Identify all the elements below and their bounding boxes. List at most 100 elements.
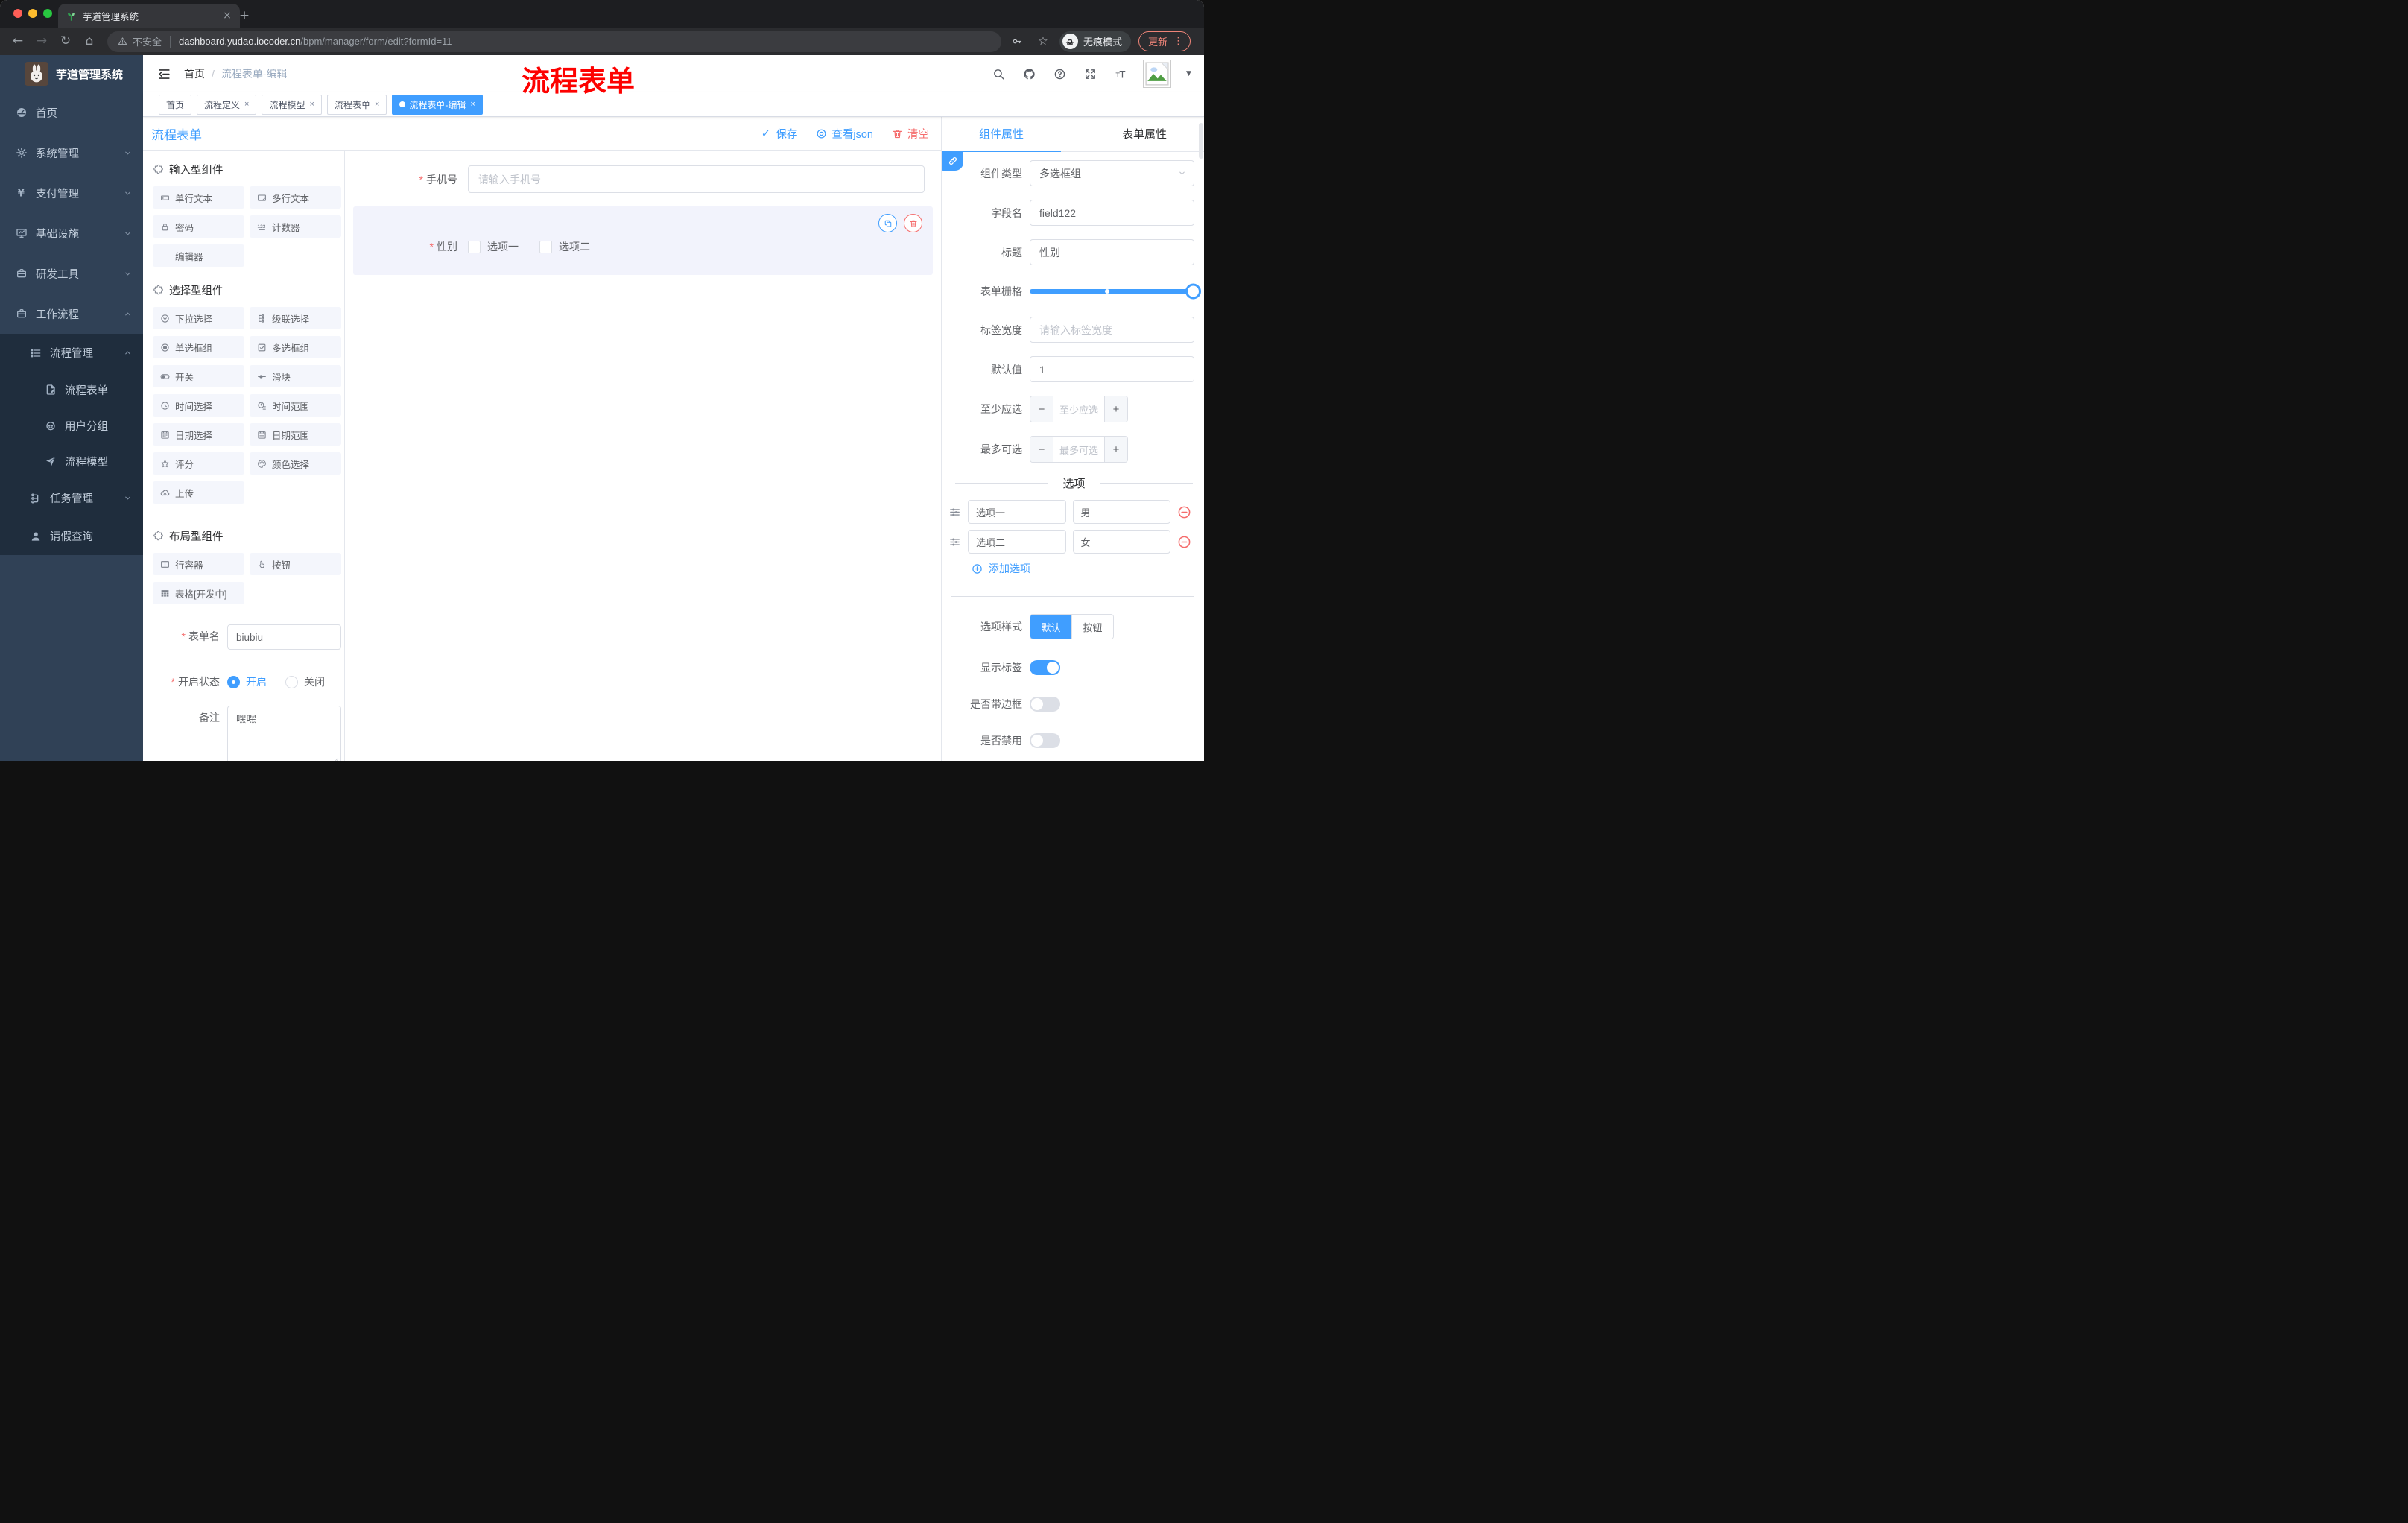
update-button[interactable]: 更新 ⋮ xyxy=(1138,31,1191,51)
checkbox-选项二[interactable]: 选项二 xyxy=(539,239,590,254)
remove-option-button[interactable] xyxy=(1177,535,1191,549)
tab-close-icon[interactable]: × xyxy=(222,10,232,21)
sidebar-item-基础设施[interactable]: 基础设施 xyxy=(0,213,143,253)
component-单行文本[interactable]: 单行文本 xyxy=(153,186,244,209)
checkbox-box-icon[interactable] xyxy=(468,240,481,253)
back-button[interactable]: ← xyxy=(7,31,28,52)
segment-default[interactable]: 默认 xyxy=(1030,615,1071,639)
component-开关[interactable]: 开关 xyxy=(153,365,244,387)
home-button[interactable]: ⌂ xyxy=(79,31,100,52)
remove-option-button[interactable] xyxy=(1177,505,1191,519)
component-计数器[interactable]: 123 计数器 xyxy=(250,215,341,238)
tag-close-icon[interactable]: × xyxy=(375,100,379,109)
close-window-button[interactable] xyxy=(13,9,22,18)
component-颜色选择[interactable]: 颜色选择 xyxy=(250,452,341,475)
sidebar-item-首页[interactable]: 首页 xyxy=(0,92,143,133)
component-表格[开发中][interactable]: 表格[开发中] xyxy=(153,582,244,604)
avatar[interactable] xyxy=(1143,60,1171,88)
clear-button[interactable]: 清空 xyxy=(892,126,929,142)
component-多选框组[interactable]: 多选框组 xyxy=(250,336,341,358)
component-type-select[interactable]: 多选框组 xyxy=(1030,160,1194,186)
option-label-input[interactable]: 选项一 xyxy=(968,500,1066,524)
tab-form-props[interactable]: 表单属性 xyxy=(1085,117,1204,151)
component-按钮[interactable]: 按钮 xyxy=(250,553,341,575)
component-多行文本[interactable]: 多行文本 xyxy=(250,186,341,209)
form-remark-textarea[interactable]: 嘿嘿 xyxy=(227,706,341,762)
component-时间选择[interactable]: 时间选择 xyxy=(153,394,244,417)
avatar-dropdown-caret[interactable]: ▼ xyxy=(1185,70,1192,77)
github-button[interactable] xyxy=(1021,66,1037,82)
option-value-input[interactable]: 男 xyxy=(1072,500,1170,524)
component-密码[interactable]: 密码 xyxy=(153,215,244,238)
default-value-input[interactable]: 1 xyxy=(1030,356,1194,382)
form-grid-slider[interactable] xyxy=(1030,279,1201,303)
component-编辑器[interactable]: 编辑器 xyxy=(153,244,244,267)
browser-menu-kebab-icon[interactable]: ⋮ xyxy=(1173,37,1183,46)
link-tab-button[interactable] xyxy=(942,151,963,171)
max-increase-button[interactable]: + xyxy=(1104,437,1127,462)
title-input[interactable]: 性别 xyxy=(1030,239,1194,265)
label-width-input[interactable]: 请输入标签宽度 xyxy=(1030,317,1194,343)
component-单选框组[interactable]: 单选框组 xyxy=(153,336,244,358)
component-滑块[interactable]: 滑块 xyxy=(250,365,341,387)
component-评分[interactable]: 评分 xyxy=(153,452,244,475)
tag-close-icon[interactable]: × xyxy=(309,100,314,109)
forward-button[interactable]: → xyxy=(31,31,52,52)
component-日期范围[interactable]: 日期范围 xyxy=(250,423,341,446)
component-下拉选择[interactable]: 下拉选择 xyxy=(153,307,244,329)
component-时间范围[interactable]: 时间范围 xyxy=(250,394,341,417)
component-上传[interactable]: 上传 xyxy=(153,481,244,504)
canvas-field-phone[interactable]: 手机号 请输入手机号 xyxy=(353,159,933,200)
toggle-switch-显示标签[interactable] xyxy=(1030,660,1060,675)
min-select-input[interactable]: 至少应选 xyxy=(1054,396,1104,422)
max-decrease-button[interactable]: − xyxy=(1030,437,1054,462)
checkbox-box-icon[interactable] xyxy=(539,240,552,253)
phone-field-input[interactable]: 请输入手机号 xyxy=(468,165,925,193)
component-日期选择[interactable]: 日期选择 xyxy=(153,423,244,446)
bookmark-star-button[interactable]: ☆ xyxy=(1034,33,1052,51)
sidebar-item-请假查询[interactable]: 请假查询 xyxy=(0,517,143,555)
toggle-switch-是否禁用[interactable] xyxy=(1030,733,1060,748)
sidebar-item-工作流程[interactable]: 工作流程 xyxy=(0,294,143,334)
minimize-window-button[interactable] xyxy=(28,9,37,18)
tag-首页[interactable]: 首页 xyxy=(159,94,192,115)
fullscreen-button[interactable] xyxy=(1082,66,1098,82)
sidebar-item-流程管理[interactable]: 流程管理 xyxy=(0,334,143,372)
radio-status-off[interactable]: 关闭 xyxy=(285,674,325,689)
checkbox-选项一[interactable]: 选项一 xyxy=(468,239,519,254)
sidebar-item-研发工具[interactable]: 研发工具 xyxy=(0,253,143,294)
option-value-input[interactable]: 女 xyxy=(1072,530,1170,554)
sidebar-item-支付管理[interactable]: ¥ 支付管理 xyxy=(0,173,143,213)
font-size-button[interactable]: TT xyxy=(1112,66,1129,82)
min-decrease-button[interactable]: − xyxy=(1030,396,1054,422)
breadcrumb-home[interactable]: 首页 xyxy=(184,66,205,81)
min-increase-button[interactable]: + xyxy=(1104,396,1127,422)
component-级联选择[interactable]: 级联选择 xyxy=(250,307,341,329)
tab-component-props[interactable]: 组件属性 xyxy=(942,117,1061,152)
tag-close-icon[interactable]: × xyxy=(470,100,475,109)
sidebar-item-系统管理[interactable]: 系统管理 xyxy=(0,133,143,173)
sidebar-item-用户分组[interactable]: 用户分组 xyxy=(0,408,143,443)
component-行容器[interactable]: 行容器 xyxy=(153,553,244,575)
radio-status-on[interactable]: 开启 xyxy=(227,674,267,689)
sidebar-item-任务管理[interactable]: 任务管理 xyxy=(0,479,143,517)
resize-handle-icon[interactable] xyxy=(332,754,339,762)
sidebar-collapse-button[interactable] xyxy=(155,65,173,83)
canvas-field-gender-selected[interactable]: 性别 选项一 选项二 xyxy=(353,206,933,275)
max-select-input[interactable]: 最多可选 xyxy=(1054,437,1104,462)
search-button[interactable] xyxy=(990,66,1007,82)
browser-tab[interactable]: 芋道管理系统 × xyxy=(58,4,240,28)
scrollbar-thumb[interactable] xyxy=(1199,123,1203,159)
tag-流程表单[interactable]: 流程表单 × xyxy=(326,94,387,115)
view-json-button[interactable]: 查看json xyxy=(816,126,873,142)
save-button[interactable]: ✓ 保存 xyxy=(760,126,798,142)
slider-handle[interactable] xyxy=(1185,283,1201,299)
delete-field-button[interactable] xyxy=(904,214,922,232)
form-name-input[interactable]: biubiu xyxy=(227,624,341,650)
new-tab-button[interactable]: + xyxy=(235,6,254,25)
reload-button[interactable]: ↻ xyxy=(55,31,76,52)
help-button[interactable] xyxy=(1051,66,1068,82)
copy-field-button[interactable] xyxy=(878,214,897,232)
field-name-input[interactable]: field122 xyxy=(1030,200,1194,226)
tag-流程表单-编辑[interactable]: 流程表单-编辑 × xyxy=(392,94,483,115)
